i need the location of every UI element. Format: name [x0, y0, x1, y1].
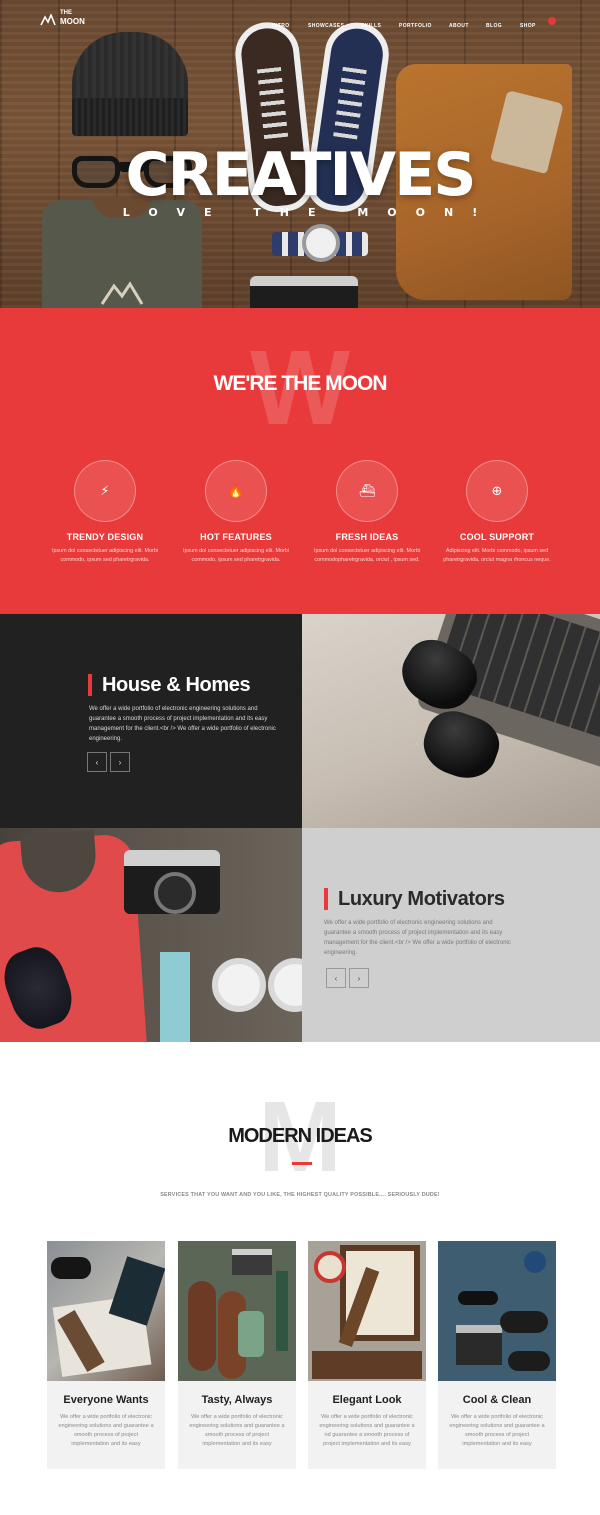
luxury-motivators-text: We offer a wide portfolio of electronic …: [324, 920, 511, 956]
feature-cool-support: ⊕ COOL SUPPORT Adipiscing elit. Morbi co…: [432, 460, 562, 564]
feature-title: FRESH IDEAS: [335, 532, 399, 542]
flatlay-camera-shoes-photo: [438, 1241, 556, 1381]
card-title: Elegant Look: [332, 1394, 402, 1406]
menu-item-about[interactable]: ABOUT: [449, 23, 469, 29]
sunglasses-laptop-photo: [302, 614, 600, 828]
luxury-motivators-title: Luxury Motivators: [324, 888, 505, 910]
card-description: We offer a wide portfolio of electronic …: [189, 1414, 285, 1447]
feature-description: Ipsum dol consectetuer adipiscing elit. …: [313, 548, 421, 563]
feature-title: TRENDY DESIGN: [66, 532, 144, 542]
feature-hot-features: 🔥 HOT FEATURES Ipsum dol consectetuer ad…: [171, 460, 301, 564]
logo-text-top: THE: [60, 10, 72, 16]
about-section: W WE'RE THE MOON ⚡ TRENDY DESIGN Ipsum d…: [0, 308, 600, 614]
menu-item-intro[interactable]: INTRO: [272, 23, 290, 29]
hero-subtitle: LOVE THE MOON!: [122, 206, 497, 219]
camera-photo: [250, 276, 358, 308]
menu-item-shop[interactable]: SHOP: [520, 23, 536, 29]
flatlay-shoes-bottle-photo: [178, 1241, 296, 1381]
luxury-motivators-panel: Luxury Motivators We offer a wide portfo…: [302, 828, 600, 1042]
feature-description: Ipsum dol consectetuer adipiscing elit. …: [182, 548, 290, 563]
house-next-button[interactable]: ›: [110, 752, 130, 772]
top-navigation: THE MOON INTRO SHOWCASES SKILLS PORTFOLI…: [0, 0, 600, 42]
chevron-left-icon: ‹: [95, 757, 99, 767]
ideas-heading: MODERN IDEAS: [228, 1125, 373, 1147]
idea-card-tasty-always[interactable]: Tasty, Always We offer a wide portfolio …: [178, 1241, 296, 1469]
watch-frame-photo: [308, 1241, 426, 1381]
feature-title: HOT FEATURES: [200, 532, 272, 542]
card-description: We offer a wide portfolio of electronic …: [58, 1414, 154, 1447]
house-homes-panel: House & Homes We offer a wide portfolio …: [0, 614, 302, 828]
house-homes-title: House & Homes: [88, 674, 251, 696]
camera-shape: [124, 850, 220, 914]
lightning-icon[interactable]: ⚡: [74, 460, 136, 522]
card-title: Tasty, Always: [201, 1394, 273, 1406]
hero-section: CREATIVES LOVE THE MOON! THE MOON INTRO …: [0, 0, 600, 308]
hero-title: CREATIVES: [125, 140, 477, 210]
menu-item-blog[interactable]: BLOG: [486, 23, 502, 29]
chevron-right-icon: ›: [118, 757, 122, 767]
about-heading: WE'RE THE MOON: [213, 372, 388, 395]
card-description: We offer a wide portfolio of electronic …: [449, 1414, 545, 1447]
card-title: Cool & Clean: [462, 1394, 532, 1406]
beanie-photo: [72, 32, 188, 136]
feature-description: Ipsum dol consectetuer adipiscing elit. …: [51, 548, 159, 563]
feature-description: Adipiscing elit. Morbi commodo, ipsum se…: [443, 548, 551, 563]
chevron-left-icon: ‹: [334, 973, 338, 983]
feature-fresh-ideas: ⛴ FRESH IDEAS Ipsum dol consectetuer adi…: [302, 460, 432, 564]
menu-item-portfolio[interactable]: PORTFOLIO: [399, 23, 432, 29]
feature-trendy-design: ⚡ TRENDY DESIGN Ipsum dol consectetuer a…: [40, 460, 170, 564]
ideas-subtitle: SERVICES THAT YOU WANT AND YOU LIKE, THE…: [160, 1192, 440, 1198]
menu-item-showcases[interactable]: SHOWCASES: [308, 23, 344, 29]
chevron-right-icon: ›: [357, 973, 361, 983]
cart-badge-icon[interactable]: [548, 17, 556, 25]
sunglasses-shape: [362, 629, 507, 794]
lifebuoy-icon[interactable]: ⊕: [466, 460, 528, 522]
house-prev-button[interactable]: ‹: [87, 752, 107, 772]
books-cigars-photo: [47, 1241, 165, 1381]
red-tee-headphones-photo: [0, 828, 302, 1042]
house-homes-text: We offer a wide portfolio of electronic …: [89, 706, 276, 742]
headphones-shape: [212, 958, 302, 1028]
luxury-prev-button[interactable]: ‹: [326, 968, 346, 988]
card-description: We offer a wide portfolio of electronic …: [319, 1414, 415, 1447]
luxury-next-button[interactable]: ›: [349, 968, 369, 988]
ship-icon[interactable]: ⛴: [336, 460, 398, 522]
menu-item-skills[interactable]: SKILLS: [361, 23, 381, 29]
ideas-accent-bar: [292, 1162, 312, 1165]
flame-icon[interactable]: 🔥: [205, 460, 267, 522]
towel-shape: [160, 952, 190, 1042]
watch-photo: [272, 224, 368, 262]
idea-card-elegant-look[interactable]: Elegant Look We offer a wide portfolio o…: [308, 1241, 426, 1469]
card-title: Everyone Wants: [63, 1394, 149, 1406]
main-menu: INTRO SHOWCASES SKILLS PORTFOLIO ABOUT B…: [0, 23, 600, 35]
idea-card-cool-clean[interactable]: Cool & Clean We offer a wide portfolio o…: [438, 1241, 556, 1469]
feature-title: COOL SUPPORT: [459, 532, 535, 542]
idea-card-everyone-wants[interactable]: Everyone Wants We offer a wide portfolio…: [47, 1241, 165, 1469]
